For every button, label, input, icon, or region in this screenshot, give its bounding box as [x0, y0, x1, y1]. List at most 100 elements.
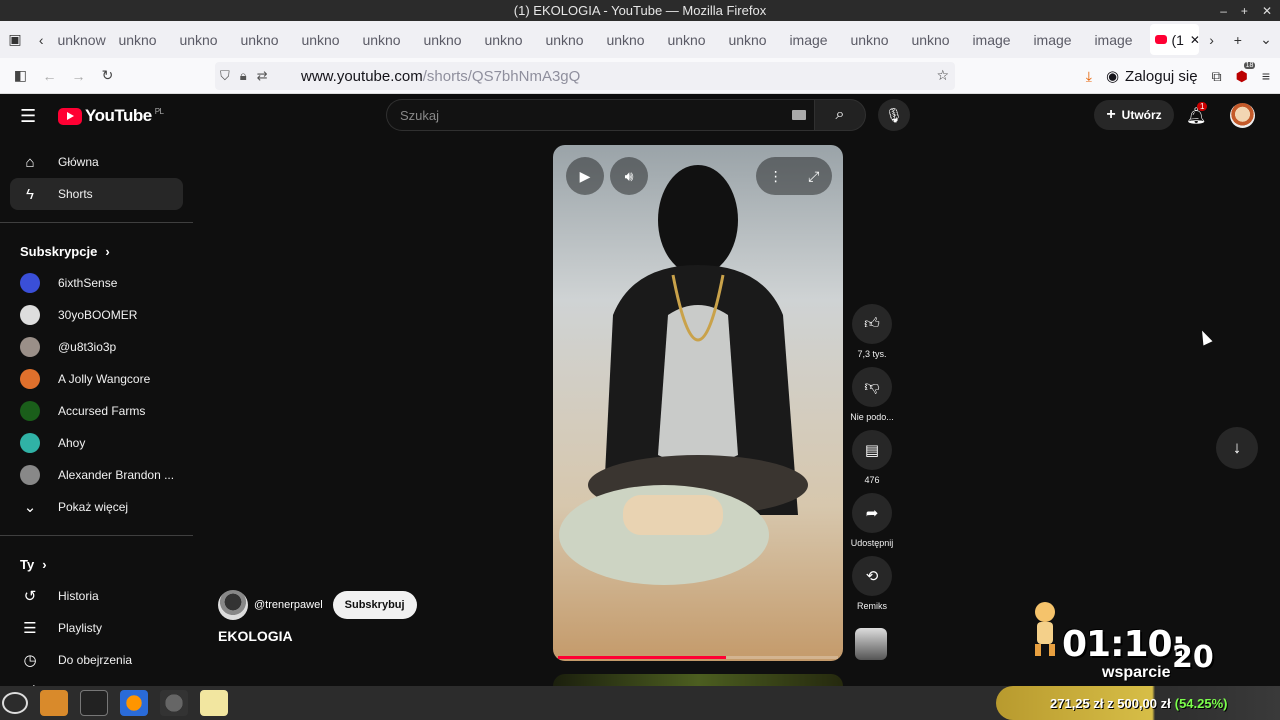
tab[interactable]: unkno — [235, 21, 296, 58]
tab[interactable]: unknow — [52, 21, 113, 58]
notifications-button[interactable]: 🔔︎ 1 — [1186, 102, 1208, 126]
sound-thumbnail[interactable] — [855, 628, 887, 660]
downloads-icon[interactable]: ⤓ — [1086, 68, 1092, 85]
food — [623, 495, 723, 535]
youtube-logo[interactable]: YouTube PL — [58, 106, 164, 126]
video-more-controls: ⋮ ⤢ — [756, 157, 832, 195]
terminal-icon[interactable] — [80, 690, 108, 716]
tab-list-icon[interactable]: ⌄ — [1252, 21, 1280, 58]
keyboard-icon[interactable] — [792, 110, 806, 120]
search-input[interactable]: Szukaj — [386, 99, 814, 131]
window-title: (1) EKOLOGIA - YouTube — Mozilla Firefox — [513, 3, 767, 18]
volume-button[interactable]: 🔊︎ — [610, 157, 648, 195]
subscriptions-heading[interactable]: Subskrypcje › — [0, 235, 193, 267]
sidebar-subscription[interactable]: A Jolly Wangcore — [10, 363, 183, 395]
new-tab-icon[interactable]: + — [1224, 21, 1252, 58]
channel-avatar[interactable] — [218, 590, 248, 620]
tab[interactable]: unkno — [845, 21, 906, 58]
lock-icon[interactable]: 🔒︎ — [240, 68, 247, 84]
start-menu-icon[interactable] — [2, 692, 28, 714]
sidebar-subscription[interactable]: Alexander Brandon ... — [10, 459, 183, 491]
tab[interactable]: unkno — [540, 21, 601, 58]
reload-icon[interactable]: ↻ — [93, 61, 122, 91]
tab[interactable]: unkno — [723, 21, 784, 58]
home-icon: ⌂ — [25, 153, 35, 171]
obs-icon[interactable] — [160, 690, 188, 716]
sidebar-toggle-icon[interactable]: ◧ — [6, 61, 35, 91]
video-title[interactable]: EKOLOGIA — [218, 628, 293, 644]
tab[interactable]: unkno — [113, 21, 174, 58]
subscribe-button[interactable]: Subskrybuj — [332, 591, 417, 619]
tab[interactable]: image — [967, 21, 1028, 58]
tab-overview-icon[interactable]: ▣ — [0, 21, 30, 58]
fullscreen-icon[interactable]: ⤢ — [808, 168, 819, 185]
tracking-shield-icon[interactable]: ⛉ — [220, 68, 230, 84]
minimize-icon[interactable]: – — [1220, 4, 1227, 18]
action-thumbs-down[interactable]: 👎︎ Nie podo... — [846, 367, 898, 422]
channel-name[interactable]: @trenerpawel — [254, 599, 323, 611]
tab-active[interactable]: (1 ✕ — [1150, 24, 1200, 55]
permissions-icon[interactable]: ⇄ — [257, 68, 268, 84]
show-more-button[interactable]: ⌄ Pokaż więcej — [10, 491, 183, 523]
you-heading[interactable]: Ty › — [0, 548, 193, 580]
forward-icon[interactable]: → — [64, 61, 93, 91]
tab[interactable]: unkno — [418, 21, 479, 58]
progress-fill — [558, 656, 726, 659]
close-icon[interactable]: ✕ — [1262, 4, 1272, 18]
maximize-icon[interactable]: + — [1241, 4, 1248, 18]
shorts-icon: ϟ — [26, 185, 34, 203]
tab-scroll-right-icon[interactable]: › — [1199, 21, 1223, 58]
avatar[interactable] — [1230, 103, 1255, 128]
channel-avatar — [20, 401, 40, 421]
sidebar-item-główna[interactable]: ⌂ Główna — [10, 146, 183, 178]
shorts-video-player[interactable]: ▶ 🔊︎ ⋮ ⤢ — [553, 145, 843, 661]
tab[interactable]: unkno — [479, 21, 540, 58]
sidebar-subscription[interactable]: 30yoBOOMER — [10, 299, 183, 331]
text-editor-icon[interactable] — [200, 690, 228, 716]
create-button[interactable]: + Utwórz — [1094, 100, 1174, 130]
extensions-icon[interactable]: ⧉ — [1212, 68, 1222, 85]
tab-close-icon[interactable]: ✕ — [1190, 33, 1200, 47]
files-icon[interactable] — [40, 690, 68, 716]
tab[interactable]: unkno — [906, 21, 967, 58]
voice-search-button[interactable]: 🎙︎ — [878, 99, 910, 131]
sidebar-subscription[interactable]: Ahoy — [10, 427, 183, 459]
sidebar-item-historia[interactable]: ↺ Historia — [10, 580, 183, 612]
sidebar-item-playlisty[interactable]: ☰ Playlisty — [10, 612, 183, 644]
tab[interactable]: image — [784, 21, 845, 58]
sidebar-subscription[interactable]: @u8t3io3p — [10, 331, 183, 363]
tab-scroll-left-icon[interactable]: ‹ — [30, 21, 52, 58]
tab[interactable]: unkno — [357, 21, 418, 58]
action-comment[interactable]: ▤ 476 — [846, 430, 898, 485]
guide-menu-icon[interactable]: ☰ — [20, 106, 40, 126]
tab[interactable]: image — [1089, 21, 1150, 58]
sidebar-subscription[interactable]: 6ixthSense — [10, 267, 183, 299]
action-thumbs-up[interactable]: 👍︎ 7,3 tys. — [846, 304, 898, 359]
chevron-right-icon: › — [42, 556, 47, 572]
firefox-icon[interactable] — [120, 690, 148, 716]
url-bar[interactable]: www.youtube.com/shorts/QS7bhNmA3gQ ☆ — [215, 62, 955, 90]
sidebar-subscription[interactable]: Accursed Farms — [10, 395, 183, 427]
next-short-preview[interactable] — [553, 674, 843, 686]
play-button[interactable]: ▶ — [566, 157, 604, 195]
bookmark-star-icon[interactable]: ☆ — [936, 67, 949, 84]
sidebar-item-polubione-filmy[interactable]: 👍︎Polubione filmy — [10, 676, 183, 686]
tab[interactable]: unkno — [296, 21, 357, 58]
next-video-button[interactable]: ↓ — [1216, 427, 1258, 469]
video-progress-bar[interactable] — [558, 656, 838, 659]
menu-icon[interactable]: ≡ — [1262, 68, 1270, 84]
sidebar-item-do-obejrzenia[interactable]: ◷ Do obejrzenia — [10, 644, 183, 676]
play-icon: ▶ — [579, 167, 591, 184]
tab[interactable]: unkno — [662, 21, 723, 58]
search-button[interactable]: ⌕ — [814, 99, 866, 131]
tab[interactable]: unkno — [601, 21, 662, 58]
signin-button[interactable]: ◉ Zaloguj się — [1106, 67, 1198, 86]
action-share[interactable]: ➦ Udostępnij — [846, 493, 898, 548]
tab[interactable]: unkno — [174, 21, 235, 58]
tab[interactable]: image — [1028, 21, 1089, 58]
ublock-icon[interactable]: ⬢ 18 — [1236, 61, 1256, 85]
action-remix[interactable]: ⟲ Remiks — [846, 556, 898, 611]
sidebar-item-shorts[interactable]: ϟ Shorts — [10, 178, 183, 210]
back-icon[interactable]: ← — [35, 61, 64, 91]
more-options-icon[interactable]: ⋮ — [769, 168, 783, 185]
